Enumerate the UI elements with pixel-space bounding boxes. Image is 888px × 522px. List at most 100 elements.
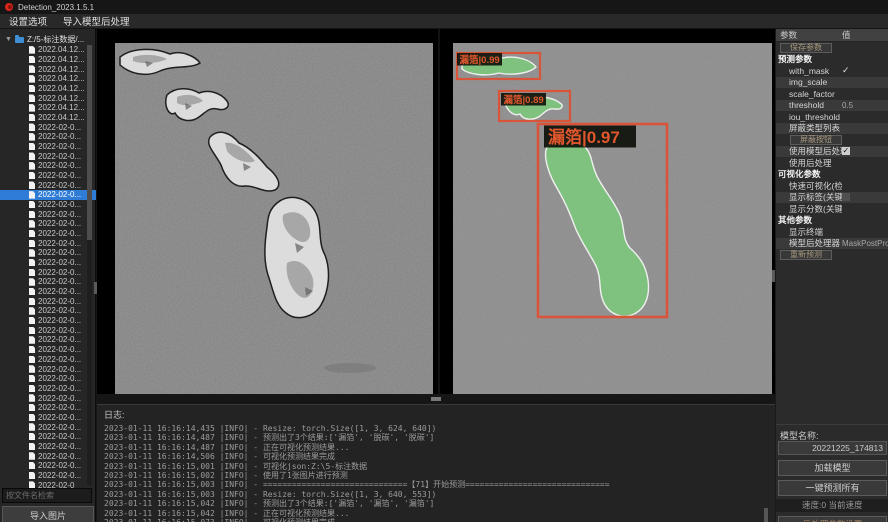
postprocess-settings-button[interactable]: 后处理参数设置	[778, 516, 887, 522]
param-row[interactable]: 显示分数(关键点)	[776, 203, 888, 215]
log-splitter-grip[interactable]	[431, 397, 441, 401]
tree-item[interactable]: 2022-02-0...	[0, 142, 96, 152]
tree-item[interactable]: 2022-02-0...	[0, 200, 96, 210]
param-row[interactable]: iou_threshold	[776, 111, 888, 123]
param-row[interactable]: 使用模型后处理	[776, 146, 888, 158]
tree-item[interactable]: 2022-02-0...	[0, 306, 96, 316]
tree-item[interactable]: 2022-02-0...	[0, 238, 96, 248]
log-scrollbar-thumb[interactable]	[764, 508, 768, 522]
param-row[interactable]: img_scale	[776, 77, 888, 89]
tree-item[interactable]: 2022-02-0...	[0, 393, 96, 403]
param-row[interactable]: scale_factor	[776, 88, 888, 100]
tree-item[interactable]: 2022-02-0...	[0, 161, 96, 171]
param-row[interactable]: 显示标签(关键点)	[776, 192, 888, 204]
param-row[interactable]: threshold0.5	[776, 100, 888, 112]
file-icon	[29, 56, 35, 64]
right-splitter-grip[interactable]	[772, 270, 775, 282]
tree-item[interactable]: 2022-02-0...	[0, 355, 96, 365]
tree-item[interactable]: 2022-02-0...	[0, 296, 96, 306]
image-smudge	[324, 363, 376, 373]
tree-item[interactable]: 2022-02-0...	[0, 432, 96, 442]
tree-item[interactable]: 2022-02-0...	[0, 267, 96, 277]
param-checkbox[interactable]	[842, 193, 850, 201]
tree-item[interactable]: 2022-02-0...	[0, 258, 96, 268]
caret-down-icon[interactable]: ▼	[5, 36, 12, 43]
left-splitter-grip[interactable]	[94, 282, 97, 294]
log-lines: 2023-01-11 16:16:14,435 |INFO| - Resize:…	[104, 424, 775, 522]
tree-item[interactable]: 2022-02-0...	[0, 180, 96, 190]
param-row[interactable]: 屏蔽类型列表	[776, 123, 888, 135]
param-action-button[interactable]: 屏蔽按钮	[790, 135, 842, 145]
param-row[interactable]: 模型后处理器MaskPostPro	[776, 238, 888, 250]
tree-item[interactable]: 2022-02-0...	[0, 219, 96, 229]
tree-item[interactable]: 2022-02-0...	[0, 364, 96, 374]
tree-item[interactable]: 2022-02-0...	[0, 248, 96, 258]
tree-item[interactable]: 2022.04.12...	[0, 64, 96, 74]
param-action-button[interactable]: 保存参数	[780, 43, 832, 53]
menu-settings[interactable]: 设置选项	[9, 14, 47, 28]
tree-item[interactable]: 2022-02-0...	[0, 422, 96, 432]
tree-item[interactable]: 2022-02-0...	[0, 122, 96, 132]
param-label: 使用模型后处理	[776, 145, 842, 157]
tree-item[interactable]: 2022.04.12...	[0, 103, 96, 113]
tree-item[interactable]: 2022.04.12...	[0, 113, 96, 123]
param-row[interactable]: 使用后处理	[776, 157, 888, 169]
param-checkbox[interactable]	[842, 147, 850, 155]
param-value[interactable]: MaskPostPro	[842, 239, 888, 248]
tree-item-label: 2022-02-0...	[38, 335, 81, 344]
tree-item[interactable]: 2022-02-0...	[0, 451, 96, 461]
tree-item[interactable]: 2022-02-0...	[0, 190, 96, 200]
tree-item[interactable]: 2022-02-0...	[0, 316, 96, 326]
file-panel: ▼ Z:/5-标注数据/... 2022.04.12...2022.04.12.…	[0, 29, 96, 522]
tree-item[interactable]: 2022-02-0...	[0, 229, 96, 239]
tree-item[interactable]: 2022-02-0...	[0, 374, 96, 384]
model-name-field[interactable]: 20221225_174813	[778, 441, 887, 455]
param-row[interactable]: 保存参数	[776, 42, 888, 54]
param-row[interactable]: 重新预测	[776, 249, 888, 261]
tree-item[interactable]: 2022-02-0...	[0, 287, 96, 297]
param-value[interactable]: ✓	[842, 65, 850, 76]
param-action-button[interactable]: 重新预测	[780, 250, 832, 260]
param-value[interactable]: 0.5	[842, 101, 853, 110]
tree-item[interactable]: 2022-02-0...	[0, 384, 96, 394]
tree-item[interactable]: 2022-02-0...	[0, 413, 96, 423]
tree-item-label: 2022-02-0...	[38, 200, 81, 209]
tree-item[interactable]: 2022.04.12...	[0, 84, 96, 94]
import-images-button[interactable]: 导入图片	[2, 506, 94, 522]
tree-root-folder[interactable]: ▼ Z:/5-标注数据/...	[0, 33, 96, 45]
tree-item[interactable]: 2022-02-0...	[0, 403, 96, 413]
file-icon	[29, 123, 35, 131]
tree-item[interactable]: 2022-02-0...	[0, 132, 96, 142]
param-table-header: 参数 值	[776, 29, 888, 42]
tree-scrollbar[interactable]	[87, 45, 92, 485]
tree-item[interactable]: 2022.04.12...	[0, 45, 96, 55]
tree-item[interactable]: 2022-02-0...	[0, 442, 96, 452]
param-row[interactable]: 显示终端	[776, 226, 888, 238]
log-line: 2023-01-11 16:16:15,042 |INFO| - 正在可视化预测…	[104, 509, 775, 518]
param-row[interactable]: 屏蔽按钮	[776, 134, 888, 146]
filename-search-input[interactable]	[2, 488, 92, 503]
tree-item[interactable]: 2022-02-0...	[0, 209, 96, 219]
tree-item[interactable]: 2022.04.12...	[0, 74, 96, 84]
tree-item[interactable]: 2022-02-0...	[0, 277, 96, 287]
tree-item[interactable]: 2022-02-0...	[0, 471, 96, 481]
tree-item-label: 2022-02-0...	[38, 132, 81, 141]
tree-item[interactable]: 2022-02-0...	[0, 335, 96, 345]
tree-item[interactable]: 2022.04.12...	[0, 55, 96, 65]
menu-import-postprocess[interactable]: 导入模型后处理	[63, 14, 130, 28]
tree-item[interactable]: 2022.04.12...	[0, 93, 96, 103]
tree-item[interactable]: 2022-02-0...	[0, 345, 96, 355]
file-icon	[29, 211, 35, 219]
log-splitter[interactable]	[97, 394, 775, 404]
tree-item[interactable]: 2022-02-0...	[0, 461, 96, 471]
tree-item-label: 2022-02-0...	[38, 306, 81, 315]
load-model-button[interactable]: 加载模型	[778, 460, 887, 476]
tree-item[interactable]: 2022-02-0...	[0, 325, 96, 335]
tree-item[interactable]: 2022-02-0...	[0, 151, 96, 161]
tree-item[interactable]: 2022-02-0...	[0, 171, 96, 181]
tree-scrollbar-thumb[interactable]	[87, 45, 92, 240]
param-row[interactable]: with_mask✓	[776, 65, 888, 77]
param-row[interactable]: 快速可视化(检测)	[776, 180, 888, 192]
file-icon	[29, 394, 35, 402]
predict-all-button[interactable]: 一键预测所有	[778, 480, 887, 496]
